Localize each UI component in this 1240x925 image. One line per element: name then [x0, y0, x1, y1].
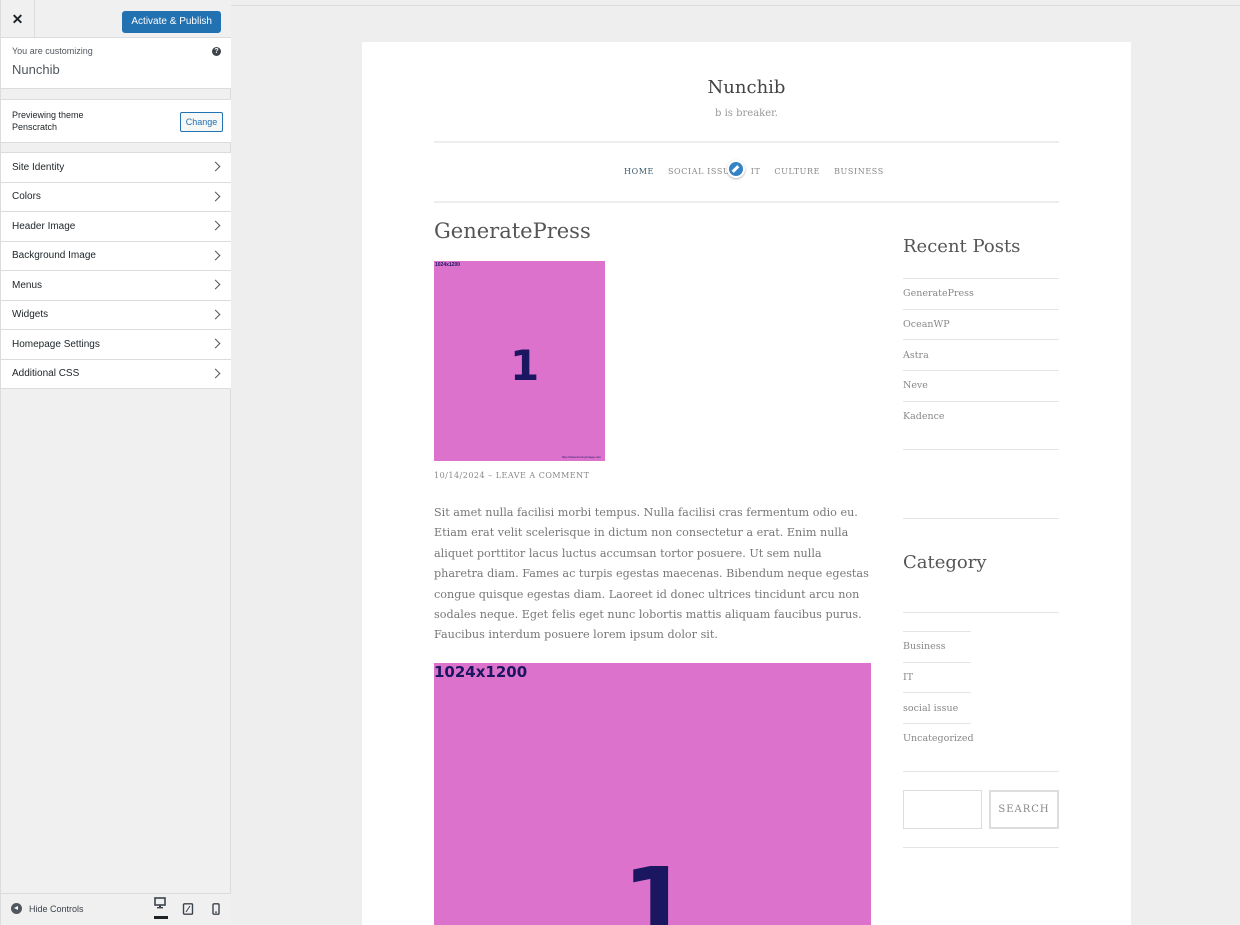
recent-posts-list: GeneratePress OceanWP Astra Neve Kadence [903, 278, 1059, 431]
chevron-right-icon [210, 368, 221, 378]
leave-comment-link[interactable]: LEAVE A COMMENT [496, 471, 590, 480]
category-link[interactable]: social issue [903, 692, 971, 723]
search-button[interactable]: SEARCH [989, 790, 1059, 829]
post-thumbnail[interactable]: 1024x1200 1 http://www.dummyimage.com [434, 261, 605, 461]
panel-label: Background Image [12, 250, 96, 262]
mobile-icon [212, 903, 220, 915]
hide-controls-label: Hide Controls [29, 903, 84, 914]
panel-label: Site Identity [12, 161, 65, 173]
close-icon: ✕ [11, 10, 24, 27]
widget-divider [903, 449, 1059, 450]
post-meta: 10/14/2024 – LEAVE A COMMENT [434, 471, 589, 480]
panel-site-identity[interactable]: Site Identity [1, 153, 231, 183]
nav-business[interactable]: BUSINESS [834, 167, 884, 176]
chevron-right-icon [210, 220, 221, 231]
header-divider [434, 141, 1059, 143]
widget-divider [903, 518, 1059, 519]
recent-post-link[interactable]: Neve [903, 370, 1059, 401]
panel-label: Header Image [12, 220, 76, 232]
category-list: Business IT social issue Uncategorized [903, 631, 974, 754]
customizer-sidebar: ✕ Activate & Publish You are customizing… [0, 0, 231, 925]
widget-divider [903, 612, 1059, 613]
close-customizer-button[interactable]: ✕ [1, 0, 35, 38]
panel-additional-css[interactable]: Additional CSS [1, 360, 231, 389]
recent-posts-title: Recent Posts [903, 236, 1021, 257]
recent-post-link[interactable]: GeneratePress [903, 278, 1059, 309]
nav-it[interactable]: IT [751, 167, 761, 176]
post-image: 1024x1200 1 [434, 663, 871, 925]
chevron-right-icon [210, 309, 221, 319]
panel-label: Additional CSS [12, 368, 80, 380]
recent-post-link[interactable]: Kadence [903, 400, 1059, 432]
site-preview: Nunchib b is breaker. HOME SOCIAL ISSUE … [362, 42, 1131, 925]
customizer-info: You are customizing Nunchib ? [1, 38, 231, 89]
panel-homepage-settings[interactable]: Homepage Settings [1, 330, 231, 360]
customizer-header: ✕ Activate & Publish [1, 0, 231, 38]
recent-post-link[interactable]: Astra [903, 339, 1059, 370]
thumbnail-url-text: http://www.dummyimage.com [561, 455, 601, 459]
category-link[interactable]: Uncategorized [903, 723, 974, 754]
meta-separator: – [488, 471, 493, 480]
category-link[interactable]: Business [903, 631, 971, 662]
activate-publish-button[interactable]: Activate & Publish [122, 11, 221, 33]
category-title: Category [903, 552, 987, 573]
site-title[interactable]: Nunchib [362, 77, 1131, 98]
preview-desktop-button[interactable] [154, 896, 168, 919]
info-site-title: Nunchib [12, 62, 60, 77]
tablet-icon [182, 903, 194, 915]
theme-name: Penscratch [12, 122, 58, 132]
nav-culture[interactable]: CULTURE [774, 167, 820, 176]
panel-label: Menus [12, 279, 43, 291]
panel-header-image[interactable]: Header Image [1, 212, 231, 242]
chevron-right-icon [210, 161, 221, 172]
nav-home[interactable]: HOME [624, 167, 654, 176]
site-description: b is breaker. [715, 108, 778, 119]
edit-shortcut-pencil-icon[interactable] [727, 160, 745, 178]
thumbnail-dimension-text: 1024x1200 [435, 262, 461, 268]
preview-tablet-button[interactable] [182, 902, 196, 918]
chevron-right-icon [210, 250, 221, 260]
chevron-right-icon [210, 279, 221, 290]
panel-menus[interactable]: Menus [1, 271, 231, 301]
panel-background-image[interactable]: Background Image [1, 242, 231, 271]
widget-divider [903, 771, 1059, 772]
thumbnail-number: 1 [510, 341, 540, 390]
panel-label: Colors [12, 191, 41, 203]
help-icon[interactable]: ? [212, 47, 221, 56]
nav-divider [434, 201, 1059, 203]
customizer-footer: Hide Controls [1, 893, 231, 925]
post-title[interactable]: GeneratePress [434, 219, 591, 243]
theme-preview-box: Previewing theme Penscratch Change [1, 99, 231, 143]
panel-label: Homepage Settings [12, 338, 100, 350]
info-action-text: You are customizing [12, 46, 93, 56]
panel-label: Widgets [12, 309, 49, 321]
theme-label: Previewing theme [12, 110, 84, 120]
panel-widgets[interactable]: Widgets [1, 301, 231, 330]
primary-nav: HOME SOCIAL ISSUE IT CULTURE BUSINESS [624, 167, 898, 176]
preview-mobile-button[interactable] [210, 902, 224, 918]
collapse-arrow-icon [11, 903, 22, 914]
hide-controls-button[interactable]: Hide Controls [11, 903, 84, 914]
post-date[interactable]: 10/14/2024 [434, 471, 485, 480]
search-input[interactable] [903, 790, 982, 829]
panel-colors[interactable]: Colors [1, 183, 231, 212]
customizer-panel-list: Site Identity Colors Header Image Backgr… [1, 152, 231, 389]
chevron-right-icon [210, 338, 221, 349]
post-content: Sit amet nulla facilisi morbi tempus. Nu… [434, 506, 869, 642]
preview-divider [231, 5, 1240, 6]
widget-divider [903, 847, 1059, 848]
recent-post-link[interactable]: OceanWP [903, 308, 1059, 340]
image-number: 1 [622, 846, 692, 925]
chevron-right-icon [210, 191, 221, 201]
change-theme-button[interactable]: Change [180, 112, 223, 132]
image-dimension-text: 1024x1200 [434, 663, 528, 681]
desktop-icon [154, 897, 166, 909]
category-link[interactable]: IT [903, 661, 971, 693]
